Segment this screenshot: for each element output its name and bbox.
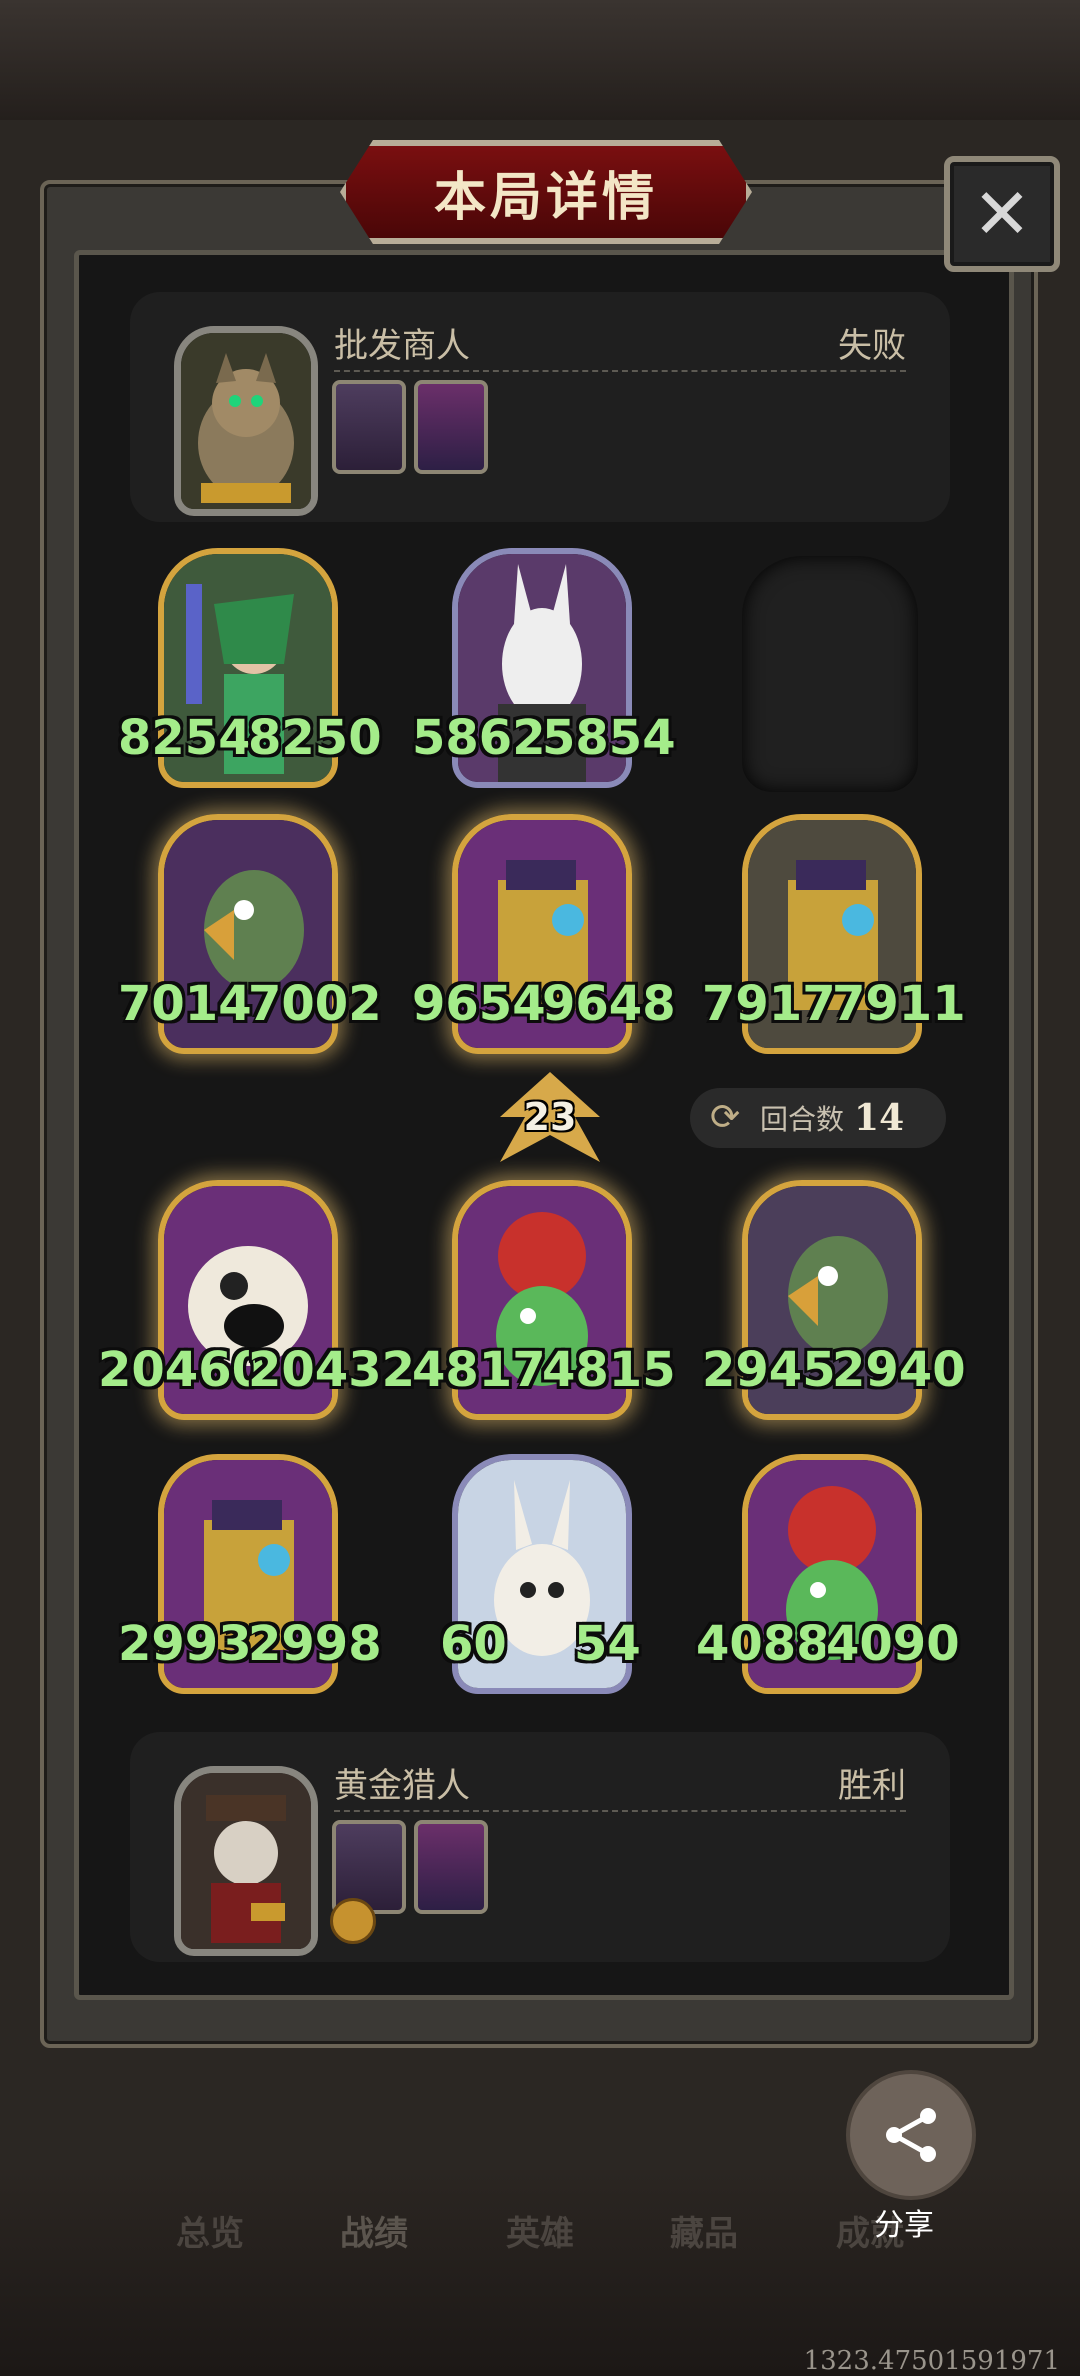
unit-card[interactable]: 7917 7911 bbox=[702, 814, 966, 1054]
title-plate: 本局详情 bbox=[340, 140, 752, 244]
unit-health: 5854 bbox=[542, 710, 676, 766]
unit-attack: 2945 bbox=[702, 1342, 836, 1398]
unit-card[interactable]: 4817 4815 bbox=[412, 1180, 676, 1420]
unit-attack: 20460 bbox=[98, 1342, 265, 1398]
opponent-card: 批发商人 失败 bbox=[130, 292, 950, 522]
unit-health: 2998 bbox=[248, 1616, 382, 1672]
page-title: 本局详情 bbox=[433, 167, 658, 228]
unit-health: 20432 bbox=[248, 1342, 415, 1398]
unit-health: 2940 bbox=[832, 1342, 966, 1398]
opponent-avatar[interactable] bbox=[174, 326, 318, 516]
close-icon: ✕ bbox=[972, 173, 1032, 255]
unit-card[interactable]: 4088 4090 bbox=[696, 1454, 960, 1694]
player-card: 黄金猎人 胜利 bbox=[130, 1732, 950, 1962]
unit-attack: 9654 bbox=[412, 976, 546, 1032]
unit-card[interactable]: 8254 8250 bbox=[118, 548, 382, 788]
unit-attack: 7014 bbox=[118, 976, 252, 1032]
player-name: 黄金猎人 bbox=[334, 1766, 470, 1806]
unit-health: 8250 bbox=[248, 710, 382, 766]
unit-card[interactable]: 20460 20432 bbox=[98, 1180, 415, 1420]
share-icon bbox=[886, 2108, 936, 2162]
unit-attack: 5862 bbox=[412, 710, 546, 766]
nav-records[interactable]: 战绩 bbox=[340, 2206, 408, 2255]
unit-attack: 8254 bbox=[118, 710, 252, 766]
gold-coin-icon bbox=[330, 1898, 376, 1944]
nav-heroes[interactable]: 英雄 bbox=[506, 2206, 574, 2255]
unit-health: 4815 bbox=[542, 1342, 676, 1398]
unit-attack: 60 bbox=[440, 1616, 507, 1672]
unit-card[interactable]: 9654 9648 bbox=[412, 814, 676, 1054]
footer-number: 1323.47501591971 bbox=[803, 2346, 1060, 2376]
trinket-icon[interactable] bbox=[414, 380, 488, 474]
share-button[interactable] bbox=[846, 2070, 976, 2200]
unit-attack: 4088 bbox=[696, 1616, 830, 1672]
unit-attack: 2993 bbox=[118, 1616, 252, 1672]
player-avatar[interactable] bbox=[174, 1766, 318, 1956]
unit-card[interactable]: 7014 7002 bbox=[118, 814, 382, 1054]
background-top bbox=[0, 0, 1080, 120]
tier-number: 23 bbox=[523, 1095, 577, 1139]
nav-collection[interactable]: 藏品 bbox=[670, 2206, 738, 2255]
share-label: 分享 bbox=[874, 2208, 934, 2243]
unit-attack: 7917 bbox=[702, 976, 836, 1032]
hero-power-icon[interactable] bbox=[332, 380, 406, 474]
refresh-icon: ⟳ bbox=[710, 1097, 741, 1138]
opponent-name: 批发商人 bbox=[334, 326, 470, 366]
unit-health: 7911 bbox=[832, 976, 966, 1032]
divider bbox=[334, 1810, 906, 1812]
tavern-tier-badge: 23 bbox=[500, 1072, 600, 1162]
unit-card[interactable]: 2945 2940 bbox=[702, 1180, 966, 1420]
opponent-result: 失败 bbox=[838, 326, 906, 366]
unit-card[interactable]: 5862 5854 bbox=[412, 548, 676, 788]
trinket-icon[interactable] bbox=[414, 1820, 488, 1914]
empty-slot bbox=[742, 556, 918, 792]
unit-card[interactable]: 2993 2998 bbox=[118, 1454, 382, 1694]
player-result: 胜利 bbox=[838, 1766, 906, 1806]
unit-health: 4090 bbox=[826, 1616, 960, 1672]
turn-label: 回合数 bbox=[760, 1103, 845, 1136]
divider bbox=[334, 370, 906, 372]
unit-health: 54 bbox=[574, 1616, 641, 1672]
close-button[interactable]: ✕ bbox=[944, 156, 1060, 272]
unit-attack: 4817 bbox=[412, 1342, 546, 1398]
turn-counter: ⟳ 回合数 14 bbox=[690, 1088, 946, 1148]
unit-health: 7002 bbox=[248, 976, 382, 1032]
unit-health: 9648 bbox=[542, 976, 676, 1032]
unit-card[interactable]: 60 54 bbox=[440, 1454, 641, 1694]
turn-value: 14 bbox=[854, 1097, 905, 1139]
nav-overview[interactable]: 总览 bbox=[176, 2206, 244, 2255]
